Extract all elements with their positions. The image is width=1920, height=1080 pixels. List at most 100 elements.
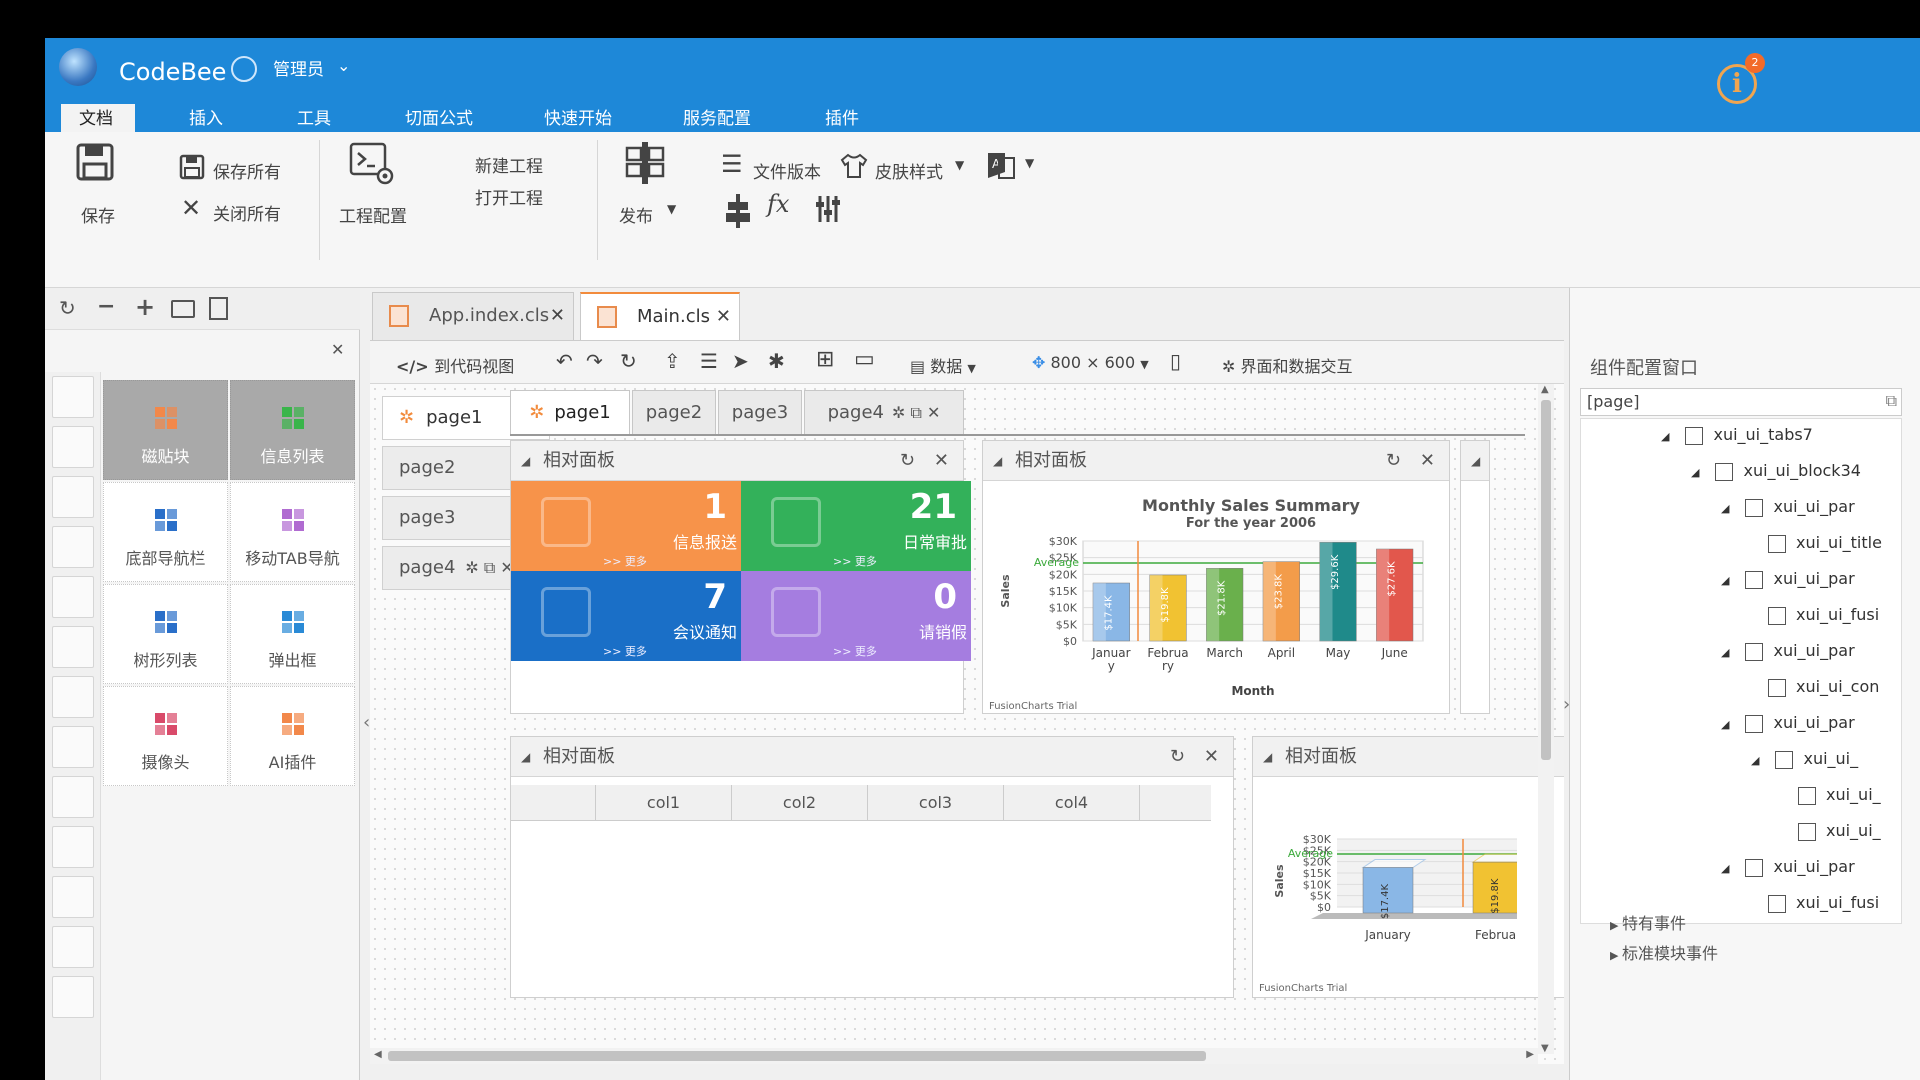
config-search-input[interactable]: [page] ⧉: [1580, 388, 1902, 416]
tree-node[interactable]: ◢ xui_ui_par: [1721, 497, 1855, 517]
doc-tab-app-index[interactable]: App.index.cls ✕: [372, 292, 574, 340]
grid-col-header[interactable]: col1: [595, 785, 731, 821]
menu-tab-plugins[interactable]: 插件: [807, 104, 877, 132]
tree-node[interactable]: xui_ui_: [1771, 785, 1881, 805]
menu-tab-insert[interactable]: 插入: [171, 104, 241, 132]
project-config-button[interactable]: 工程配置: [335, 142, 415, 232]
close-icon[interactable]: ✕: [1420, 441, 1435, 481]
redo-icon[interactable]: ↷: [586, 349, 603, 373]
collapse-triangle-icon[interactable]: ◢: [1661, 430, 1669, 443]
collapse-triangle-icon[interactable]: ◢: [1721, 502, 1729, 515]
page-tab-page3[interactable]: page3: [718, 390, 802, 434]
collapse-triangle-icon[interactable]: ◢: [1751, 754, 1759, 767]
collapse-triangle-icon[interactable]: ◢: [1721, 646, 1729, 659]
component-item-4[interactable]: 树形列表: [103, 584, 228, 684]
dashboard-tile-3[interactable]: 0 请销假 >> 更多: [741, 571, 971, 661]
canvas-size-button[interactable]: ✥ 800 × 600 ▼: [1032, 353, 1149, 372]
category-settings-icon[interactable]: [52, 926, 94, 968]
skin-style-button[interactable]: 皮肤样式 ▼: [839, 152, 969, 183]
refresh-icon[interactable]: ↻: [1170, 737, 1185, 777]
debug-bug-icon[interactable]: ✱: [768, 349, 785, 373]
save-button[interactable]: 保存: [67, 142, 123, 227]
page-tab-page2[interactable]: page2: [632, 390, 716, 434]
doc-tab-main[interactable]: Main.cls ✕: [580, 292, 740, 340]
event-section-standard[interactable]: ▶ 标准模块事件: [1610, 940, 1718, 964]
category-grid-icon[interactable]: [52, 576, 94, 618]
close-all-button[interactable]: ✕ 关闭所有: [177, 194, 297, 226]
category-list-icon[interactable]: [52, 526, 94, 568]
component-item-2[interactable]: 底部导航栏: [103, 482, 228, 582]
component-item-1[interactable]: 信息列表: [230, 380, 355, 480]
tree-node[interactable]: ◢ xui_ui_par: [1721, 641, 1855, 661]
relative-panel-tiles[interactable]: ◢ 相对面板 ↻ ✕ 1 信息报送 >> 更多 21 日常审批 >> 更多 7 会议通知 >> 更多 0…: [510, 440, 971, 714]
tree-node[interactable]: xui_ui_title: [1741, 533, 1882, 553]
tree-node[interactable]: xui_ui_: [1771, 821, 1881, 841]
scroll-left-arrow-icon[interactable]: ◀: [374, 1049, 382, 1060]
category-layout-icon[interactable]: [52, 376, 94, 418]
page-tab-page4[interactable]: page4 ✲ ⧉ ✕: [804, 390, 964, 434]
save-all-button[interactable]: 保存所有: [177, 154, 297, 184]
close-icon[interactable]: ✕: [1204, 737, 1219, 777]
sliders-button[interactable]: [815, 194, 841, 224]
category-trend-icon[interactable]: [52, 976, 94, 1018]
user-avatar-icon[interactable]: [231, 56, 257, 82]
user-chevron-down-icon[interactable]: ⌄: [337, 56, 350, 75]
scroll-up-arrow-icon[interactable]: ▲: [1541, 384, 1549, 395]
menu-tab-service-config[interactable]: 服务配置: [665, 104, 769, 132]
file-icon[interactable]: [209, 297, 228, 320]
tree-node[interactable]: xui_ui_con: [1741, 677, 1879, 697]
category-tree-icon[interactable]: [52, 726, 94, 768]
refresh-icon[interactable]: ↻: [900, 441, 915, 481]
grid-icon[interactable]: ⊞: [816, 347, 834, 372]
relative-panel-grid[interactable]: ◢ 相对面板 ↻ ✕ col1 col2 col3 col4: [510, 736, 1234, 998]
send-icon[interactable]: ➤: [732, 349, 749, 373]
page-tab-page1[interactable]: ✲ page1: [510, 390, 630, 434]
file-version-button[interactable]: ☰ 文件版本: [721, 150, 831, 183]
collapse-triangle-icon[interactable]: ◢: [1721, 574, 1729, 587]
popout-icon[interactable]: ⧉: [1886, 391, 1897, 411]
tree-node[interactable]: ◢ xui_ui_par: [1721, 713, 1855, 733]
panel-close-icon[interactable]: ✕: [331, 340, 344, 359]
category-text-icon[interactable]: [52, 476, 94, 518]
category-form-icon[interactable]: [52, 426, 94, 468]
page-actions-icons[interactable]: ✲ ⧉ ✕: [465, 558, 513, 577]
scroll-down-arrow-icon[interactable]: ▼: [1541, 1043, 1549, 1054]
menu-tab-tools[interactable]: 工具: [279, 104, 349, 132]
tree-node[interactable]: ◢ xui_ui_par: [1721, 569, 1855, 589]
component-item-6[interactable]: 摄像头: [103, 686, 228, 786]
language-button[interactable]: A ▼: [985, 150, 1045, 182]
horizontal-scrollbar[interactable]: ◀ ▶: [370, 1048, 1538, 1064]
code-view-button[interactable]: </> 到代码视图: [396, 353, 514, 377]
frame-icon[interactable]: ▭: [854, 347, 875, 372]
category-mobile-icon[interactable]: [52, 676, 94, 718]
component-item-3[interactable]: 移动TAB导航: [230, 482, 355, 582]
refresh-icon[interactable]: ↻: [620, 349, 637, 373]
refresh-icon[interactable]: ↻: [59, 296, 76, 320]
category-shapes-icon[interactable]: [52, 776, 94, 818]
open-project-button[interactable]: 打开工程: [475, 184, 543, 209]
category-chart-icon[interactable]: [52, 826, 94, 868]
grid-col-header[interactable]: col4: [1003, 785, 1139, 821]
component-item-7[interactable]: AI插件: [230, 686, 355, 786]
grid-col-header[interactable]: col2: [731, 785, 867, 821]
tree-node[interactable]: ◢ xui_ui_par: [1721, 857, 1855, 877]
relative-panel-partial[interactable]: ◢: [1460, 440, 1490, 714]
menu-tab-quick-start[interactable]: 快速开始: [526, 104, 630, 132]
tree-node[interactable]: xui_ui_fusi: [1741, 893, 1879, 913]
export-icon[interactable]: ⇪: [664, 349, 681, 373]
tree-node[interactable]: ◢ xui_ui_tabs7: [1661, 425, 1813, 445]
grid-col-header[interactable]: col3: [867, 785, 1003, 821]
category-edit-icon[interactable]: [52, 626, 94, 668]
component-item-5[interactable]: 弹出框: [230, 584, 355, 684]
minus-icon[interactable]: −: [97, 294, 115, 319]
formula-button[interactable]: fx: [767, 190, 789, 218]
component-item-0[interactable]: 磁贴块: [103, 380, 228, 480]
event-section-special[interactable]: ▶ 特有事件: [1610, 910, 1686, 934]
new-project-button[interactable]: 新建工程: [475, 152, 543, 177]
relative-panel-chart-3d[interactable]: ◢ 相对面板 $0 $5K $10K $15K $20K $25K $30K Sales Aver…: [1252, 736, 1564, 998]
list-icon[interactable]: ☰: [700, 349, 718, 373]
interaction-button[interactable]: ✲ 界面和数据交互: [1222, 353, 1353, 377]
publish-button[interactable]: 发布 ▼: [611, 140, 681, 230]
tile-more-link[interactable]: >> 更多: [833, 643, 877, 659]
undo-icon[interactable]: ↶: [556, 349, 573, 373]
